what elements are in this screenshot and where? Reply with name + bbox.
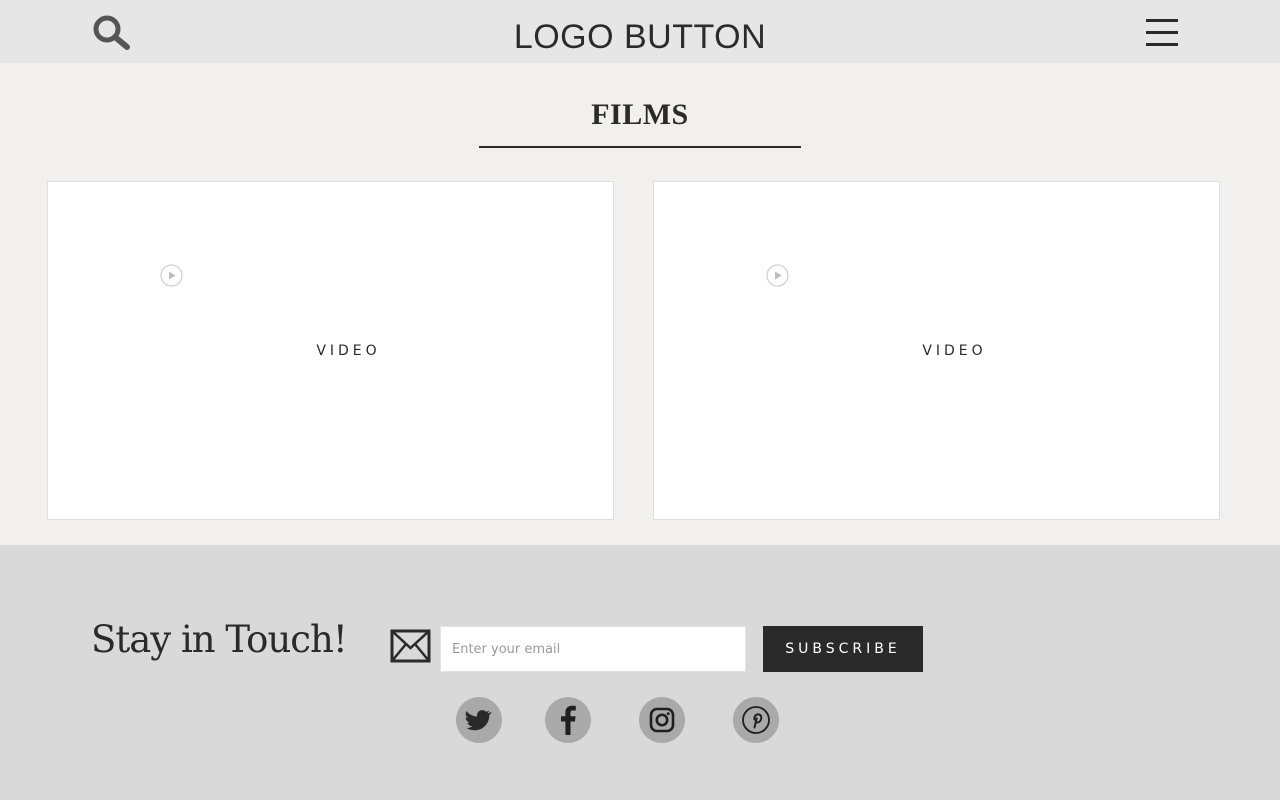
site-footer: Stay in Touch! SUBSCRIBE	[0, 545, 1280, 800]
instagram-icon	[649, 707, 675, 733]
page-title: FILMS	[591, 98, 689, 131]
play-icon[interactable]	[766, 264, 789, 287]
envelope-icon	[390, 629, 431, 663]
subscribe-button[interactable]: SUBSCRIBE	[763, 626, 923, 672]
newsletter-heading: Stay in Touch!	[91, 618, 348, 661]
menu-button[interactable]	[1144, 16, 1180, 50]
logo-button[interactable]: LOGO BUTTON	[0, 18, 1280, 57]
logo-text: LOGO BUTTON	[513, 18, 767, 56]
video-label: VIDEO	[922, 343, 987, 359]
twitter-icon	[465, 710, 492, 731]
email-field[interactable]	[440, 626, 746, 672]
video-label: VIDEO	[316, 343, 381, 359]
video-card-2[interactable]: VIDEO	[653, 181, 1220, 520]
pinterest-link[interactable]	[733, 697, 779, 743]
facebook-link[interactable]	[545, 697, 591, 743]
play-icon[interactable]	[160, 264, 183, 287]
site-header: LOGO BUTTON	[0, 0, 1280, 63]
instagram-link[interactable]	[639, 697, 685, 743]
title-divider	[479, 146, 801, 148]
video-card-1[interactable]: VIDEO	[47, 181, 614, 520]
pinterest-icon	[742, 706, 770, 734]
facebook-icon	[561, 705, 576, 735]
twitter-link[interactable]	[456, 697, 502, 743]
